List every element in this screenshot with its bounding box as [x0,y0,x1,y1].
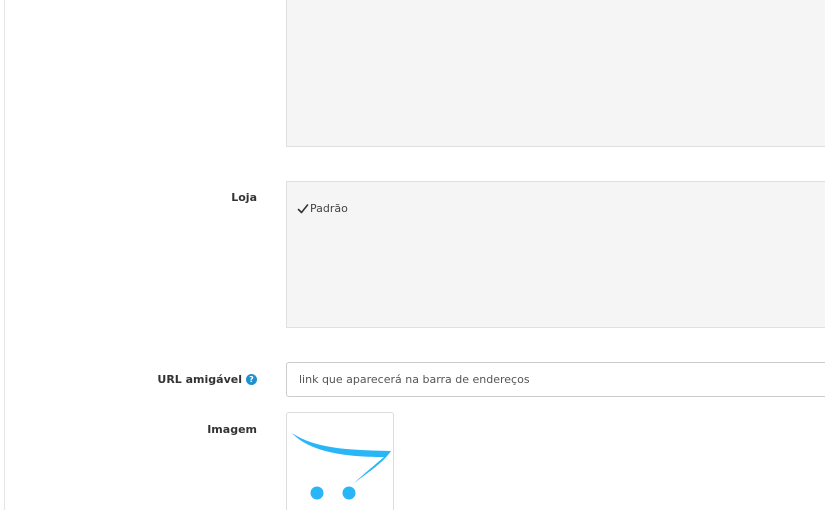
scroll-box-top[interactable] [286,0,825,147]
question-circle-icon[interactable]: ? [246,374,257,385]
store-checkbox-list[interactable]: Padrão [286,181,825,328]
image-label: Imagem [207,423,257,436]
left-border [0,0,5,510]
checkbox-checked-icon[interactable] [297,203,309,215]
cart-logo-icon [292,433,391,500]
image-label-text: Imagem [207,423,257,436]
store-option-label: Padrão [310,202,348,215]
product-form-page: Loja Padrão URL amigável ? Imagem [0,0,825,510]
store-label-text: Loja [231,191,257,204]
store-option-default[interactable]: Padrão [297,202,348,215]
image-thumbnail[interactable] [286,412,394,510]
store-label: Loja [231,191,257,204]
seo-url-input[interactable] [286,362,825,397]
seo-url-label: URL amigável ? [157,373,257,386]
seo-url-label-text: URL amigável [157,373,242,386]
